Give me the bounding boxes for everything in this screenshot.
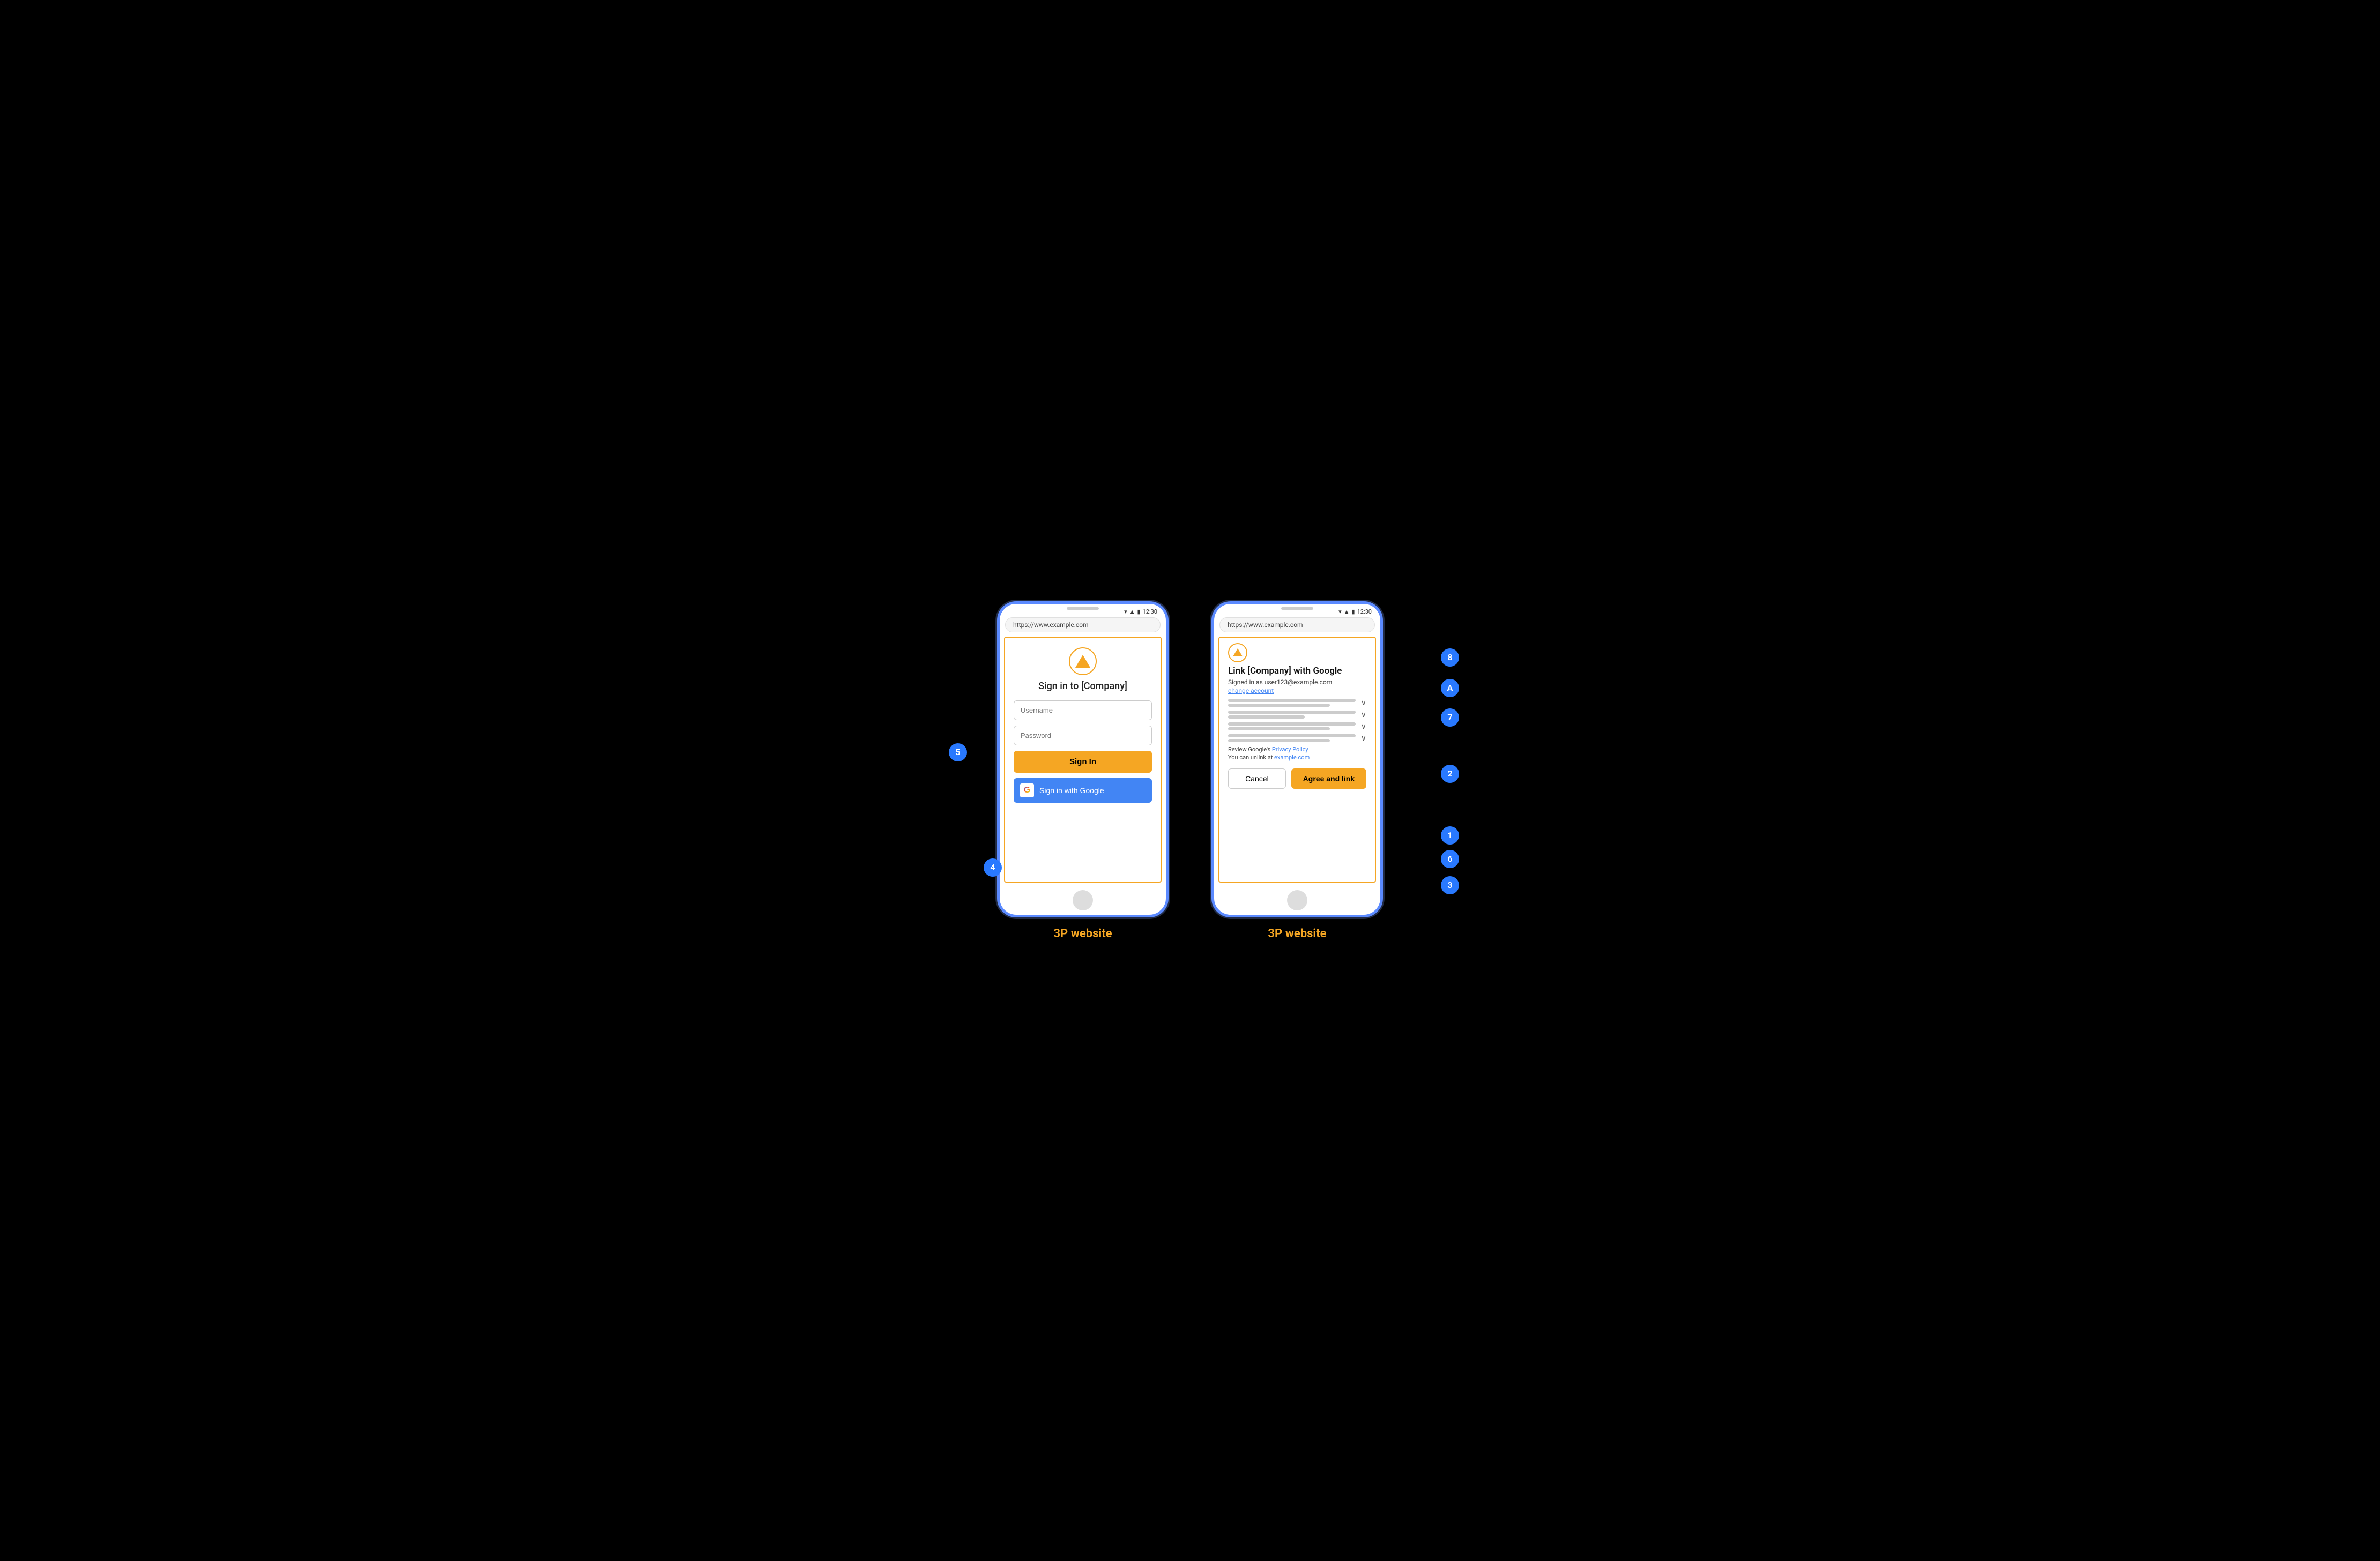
google-sign-in-button[interactable]: G Sign in with Google	[1014, 778, 1152, 803]
battery-icon: ▮	[1137, 608, 1141, 615]
chevron-icon-1[interactable]: ∨	[1361, 699, 1366, 707]
privacy-text: Review Google's Privacy Policy	[1228, 746, 1366, 753]
phone1-wrapper: ▾ ▲ ▮ 12:30 https://www.example.com Sign…	[997, 601, 1169, 940]
company-logo-1	[1069, 647, 1097, 675]
speaker-bar	[1067, 607, 1099, 610]
permission-row-1: ∨	[1228, 699, 1366, 707]
status-bar-1: ▾ ▲ ▮ 12:30	[1000, 604, 1166, 617]
sign-in-title: Sign in to [Company]	[1014, 681, 1152, 692]
perm-line	[1228, 704, 1330, 707]
permission-row-4: ∨	[1228, 734, 1366, 743]
diagram-container: ▾ ▲ ▮ 12:30 https://www.example.com Sign…	[895, 585, 1485, 976]
triangle-icon-1	[1075, 655, 1090, 668]
google-icon-box: G	[1020, 783, 1034, 797]
unlink-link[interactable]: example.com	[1274, 754, 1310, 761]
privacy-policy-link[interactable]: Privacy Policy	[1272, 746, 1308, 753]
phone1: ▾ ▲ ▮ 12:30 https://www.example.com Sign…	[997, 601, 1169, 917]
time-2: 12:30	[1357, 608, 1372, 615]
annotation-a: A	[1441, 679, 1459, 697]
phones-row: ▾ ▲ ▮ 12:30 https://www.example.com Sign…	[997, 601, 1383, 940]
cancel-button[interactable]: Cancel	[1228, 768, 1286, 789]
wifi-icon: ▾	[1124, 608, 1127, 615]
url-bar-1[interactable]: https://www.example.com	[1005, 617, 1161, 632]
annotation-5: 5	[949, 743, 967, 761]
perm-line	[1228, 699, 1356, 702]
triangle-icon-2	[1233, 648, 1243, 656]
action-buttons: Cancel Agree and link	[1228, 768, 1366, 789]
link-header-row	[1228, 643, 1366, 662]
password-input[interactable]	[1014, 726, 1152, 745]
link-title: Link [Company] with Google	[1228, 666, 1366, 676]
signal-icon-2: ▲	[1344, 608, 1350, 615]
perm-line	[1228, 727, 1330, 730]
annotation-6: 6	[1441, 850, 1459, 868]
signal-icon: ▲	[1129, 608, 1135, 615]
perm-line	[1228, 739, 1330, 742]
google-g-icon: G	[1024, 786, 1030, 795]
home-button-1[interactable]	[1073, 890, 1093, 910]
chevron-icon-3[interactable]: ∨	[1361, 722, 1366, 731]
perm-lines-4	[1228, 734, 1359, 742]
annotation-7: 7	[1441, 708, 1459, 727]
speaker-bar-2	[1281, 607, 1313, 610]
phone1-label: 3P website	[1053, 927, 1112, 940]
agree-button[interactable]: Agree and link	[1291, 768, 1366, 789]
permission-row-3: ∨	[1228, 722, 1366, 731]
battery-icon-2: ▮	[1352, 608, 1355, 615]
phone2-label: 3P website	[1268, 927, 1326, 940]
home-button-2[interactable]	[1287, 890, 1307, 910]
url-bar-2[interactable]: https://www.example.com	[1219, 617, 1375, 632]
wifi-icon-2: ▾	[1338, 608, 1342, 615]
username-input[interactable]	[1014, 700, 1152, 720]
phone2-wrapper: ▾ ▲ ▮ 12:30 https://www.example.com Link…	[1211, 601, 1383, 940]
perm-line	[1228, 711, 1356, 714]
perm-lines-3	[1228, 722, 1359, 730]
annotation-2: 2	[1441, 765, 1459, 783]
phone2: ▾ ▲ ▮ 12:30 https://www.example.com Link…	[1211, 601, 1383, 917]
permission-row-2: ∨	[1228, 711, 1366, 719]
perm-line	[1228, 715, 1305, 719]
screen-content-1: Sign in to [Company] Sign In G Sign in w…	[1004, 637, 1162, 883]
annotation-3: 3	[1441, 876, 1459, 894]
perm-lines-1	[1228, 699, 1359, 707]
company-logo-2	[1228, 643, 1247, 662]
status-bar-2: ▾ ▲ ▮ 12:30	[1214, 604, 1380, 617]
time-1: 12:30	[1143, 608, 1157, 615]
chevron-icon-2[interactable]: ∨	[1361, 711, 1366, 719]
annotation-8: 8	[1441, 648, 1459, 667]
change-account-link[interactable]: change account	[1228, 687, 1366, 694]
screen-content-2: Link [Company] with Google Signed in as …	[1218, 637, 1376, 883]
perm-line	[1228, 722, 1356, 726]
unlink-text: You can unlink at example.com	[1228, 754, 1366, 761]
annotation-4: 4	[984, 858, 1002, 877]
perm-lines-2	[1228, 711, 1359, 719]
perm-line	[1228, 734, 1356, 737]
signed-in-text: Signed in as user123@example.com	[1228, 678, 1366, 686]
sign-in-button[interactable]: Sign In	[1014, 751, 1152, 773]
annotation-1: 1	[1441, 826, 1459, 845]
chevron-icon-4[interactable]: ∨	[1361, 734, 1366, 743]
